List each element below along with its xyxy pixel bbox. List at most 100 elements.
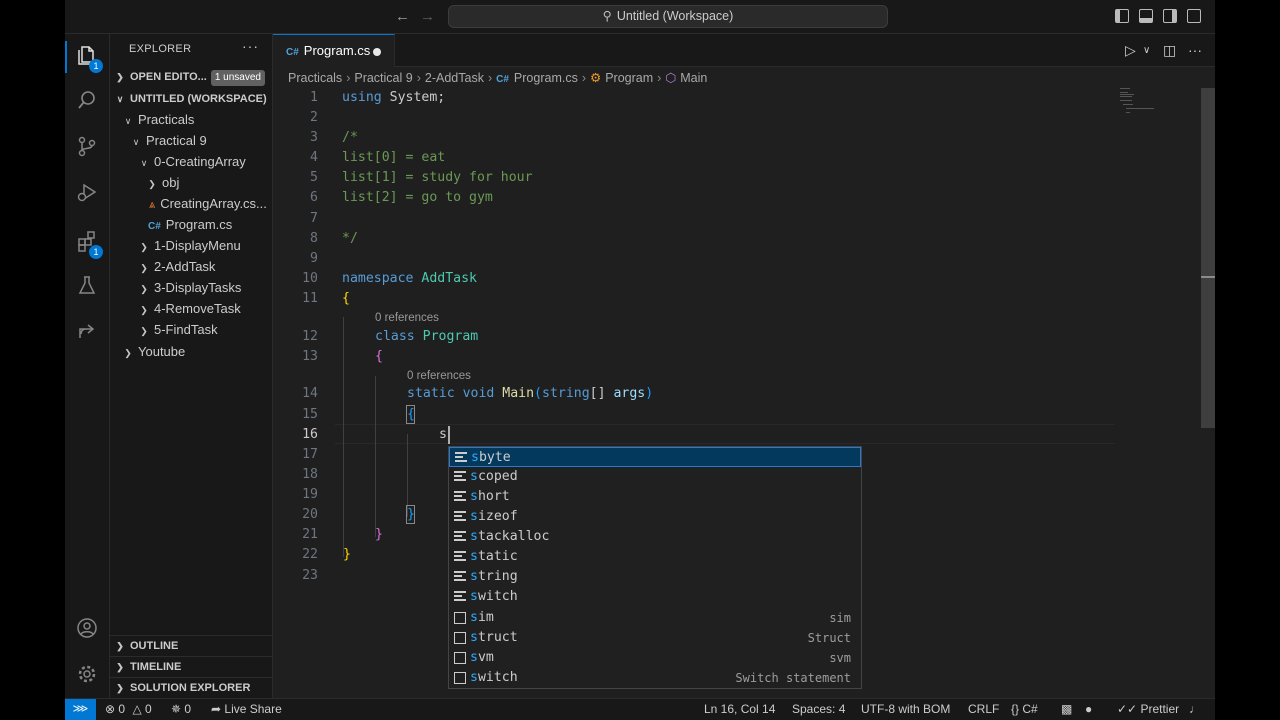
split-editor-icon[interactable]: ◫: [1163, 42, 1176, 59]
problems-indicator[interactable]: ⊗ 0 △ 0: [105, 699, 152, 720]
tree-item-obj[interactable]: ❯ obj: [110, 172, 272, 193]
code-line: {: [407, 407, 415, 422]
more-actions-icon[interactable]: ···: [242, 38, 259, 54]
cursor-position[interactable]: Ln 16, Col 14: [704, 699, 775, 720]
extensions-icon[interactable]: 1: [74, 230, 103, 259]
command-center[interactable]: ⚲ Untitled (Workspace): [448, 5, 888, 28]
tree-item-creatingarray-csproj[interactable]: ⩓ CreatingArray.cs...: [110, 193, 272, 214]
tree-item-program-cs[interactable]: C# Program.cs: [110, 214, 272, 235]
customize-layout-icon[interactable]: [1187, 9, 1201, 23]
snippet-icon: [454, 612, 466, 624]
tree-item-practical-9[interactable]: ∨ Practical 9: [110, 130, 272, 151]
explorer-icon[interactable]: 1: [74, 44, 103, 73]
codelens-references[interactable]: 0 references: [407, 368, 471, 384]
tree-item-0-creatingarray[interactable]: ∨ 0-CreatingArray: [110, 151, 272, 172]
codelens-references[interactable]: 0 references: [375, 310, 439, 326]
chevron-right-icon: ❯: [140, 326, 148, 336]
overview-ruler-cursor: [1201, 276, 1215, 278]
toggle-sidebar-icon[interactable]: [1115, 9, 1129, 23]
breadcrumb-item[interactable]: Main: [680, 71, 707, 85]
run-debug-icon[interactable]: [74, 181, 100, 207]
minimap[interactable]: [1120, 88, 1160, 128]
tree-item-3-displaytasks[interactable]: ❯ 3-DisplayTasks: [110, 277, 272, 298]
breadcrumb-item[interactable]: Program: [605, 71, 653, 85]
chevron-right-icon: ❯: [140, 305, 148, 315]
chevron-right-icon: ❯: [124, 348, 132, 358]
remote-indicator-icon[interactable]: ⋙: [65, 699, 96, 720]
suggestion-item[interactable]: string: [449, 567, 861, 587]
breadcrumb-item[interactable]: Practical 9: [354, 71, 412, 85]
code-line: /*: [342, 130, 358, 145]
source-control-icon[interactable]: [74, 135, 100, 161]
code-line: s: [439, 427, 447, 442]
suggestion-item[interactable]: scoped: [449, 467, 861, 487]
chevron-right-icon: ›: [416, 71, 421, 85]
end-of-line[interactable]: CRLF: [968, 699, 999, 720]
search-icon: ⚲: [602, 9, 612, 23]
line-number: 1: [310, 90, 318, 105]
breadcrumb-item[interactable]: 2-AddTask: [425, 71, 484, 85]
suggestion-item[interactable]: svm svm: [449, 648, 861, 668]
manage-gear-icon[interactable]: [74, 663, 100, 689]
suggestion-item[interactable]: switch: [449, 587, 861, 607]
tree-item-2-addtask[interactable]: ❯ 2-AddTask: [110, 256, 272, 277]
ports-icon: ✵: [171, 702, 182, 716]
code-line: {: [375, 349, 383, 364]
code-line: static void Main(string[] args): [407, 386, 654, 401]
code-line: namespace AddTask: [342, 271, 477, 286]
explorer-sidebar: EXPLORER ··· ❯ OPEN EDITO... 1 unsaved ∨ UN…: [110, 34, 273, 698]
timeline-section[interactable]: ❯ TIMELINE: [110, 656, 272, 677]
live-share-button[interactable]: ➦ Live Share: [211, 699, 282, 720]
chevron-down-icon: ∨: [116, 94, 124, 104]
tree-item-4-removetask[interactable]: ❯ 4-RemoveTask: [110, 298, 272, 319]
suggestion-item[interactable]: short: [449, 487, 861, 507]
more-actions-icon[interactable]: ···: [1188, 42, 1202, 58]
suggestion-item[interactable]: sbyte: [449, 447, 861, 467]
tree-item-1-displaymenu[interactable]: ❯ 1-DisplayMenu: [110, 235, 272, 256]
run-icon[interactable]: ▷: [1125, 42, 1136, 59]
notifications-bell-icon[interactable]: ♩: [1189, 699, 1201, 720]
back-arrow-icon[interactable]: ←: [395, 8, 410, 25]
line-number: 6: [310, 190, 318, 205]
prettier-button[interactable]: ✓✓ Prettier: [1117, 699, 1179, 720]
language-mode[interactable]: {} C#: [1011, 699, 1038, 720]
tree-item-youtube[interactable]: ❯ Youtube: [110, 341, 272, 362]
keyword-icon: [454, 591, 466, 603]
current-line-highlight: [335, 424, 1115, 444]
run-dropdown-chevron-icon[interactable]: ∨: [1143, 45, 1150, 56]
copilot-icon[interactable]: ●: [1085, 699, 1092, 720]
suggestion-item[interactable]: stackalloc: [449, 527, 861, 547]
line-number: 2: [310, 110, 318, 125]
suggestion-item[interactable]: struct Struct: [449, 628, 861, 648]
tab-program-cs[interactable]: C# Program.cs: [273, 34, 395, 67]
encoding[interactable]: UTF-8 with BOM: [861, 699, 950, 720]
breadcrumb-item[interactable]: Practicals: [288, 71, 342, 85]
accounts-icon[interactable]: [74, 617, 100, 643]
unsaved-dot-icon[interactable]: [373, 48, 381, 56]
toggle-panel-icon[interactable]: [1139, 9, 1153, 23]
window-title: Untitled (Workspace): [616, 9, 734, 23]
suggestion-item[interactable]: sim sim: [449, 608, 861, 628]
suggestion-item[interactable]: static: [449, 547, 861, 567]
live-share-icon[interactable]: [74, 320, 100, 346]
indentation[interactable]: Spaces: 4: [792, 699, 845, 720]
chevron-right-icon: ❯: [116, 662, 124, 672]
solution-explorer-section[interactable]: ❯ SOLUTION EXPLORER: [110, 677, 272, 698]
search-icon[interactable]: [74, 89, 100, 115]
outline-section[interactable]: ❯ OUTLINE: [110, 635, 272, 656]
forward-arrow-icon[interactable]: →: [420, 8, 435, 25]
line-number: 15: [302, 407, 318, 422]
suggestion-item[interactable]: switch Switch statement: [449, 668, 861, 688]
workspace-section[interactable]: ∨ UNTITLED (WORKSPACE): [110, 89, 272, 110]
tree-item-5-findtask[interactable]: ❯ 5-FindTask: [110, 319, 272, 340]
open-editors-section[interactable]: ❯ OPEN EDITO... 1 unsaved: [110, 67, 272, 88]
suggestion-item[interactable]: sizeof: [449, 507, 861, 527]
breadcrumb-item[interactable]: Program.cs: [514, 71, 578, 85]
chevron-down-icon: ∨: [132, 137, 140, 147]
tree-item-practicals[interactable]: ∨ Practicals: [110, 109, 272, 130]
ports-indicator[interactable]: ✵ 0: [171, 699, 191, 720]
testing-icon[interactable]: [74, 274, 100, 300]
terminal-icon[interactable]: ▩: [1061, 699, 1072, 720]
vertical-scrollbar[interactable]: [1201, 88, 1215, 428]
toggle-secondary-sidebar-icon[interactable]: [1163, 9, 1177, 23]
